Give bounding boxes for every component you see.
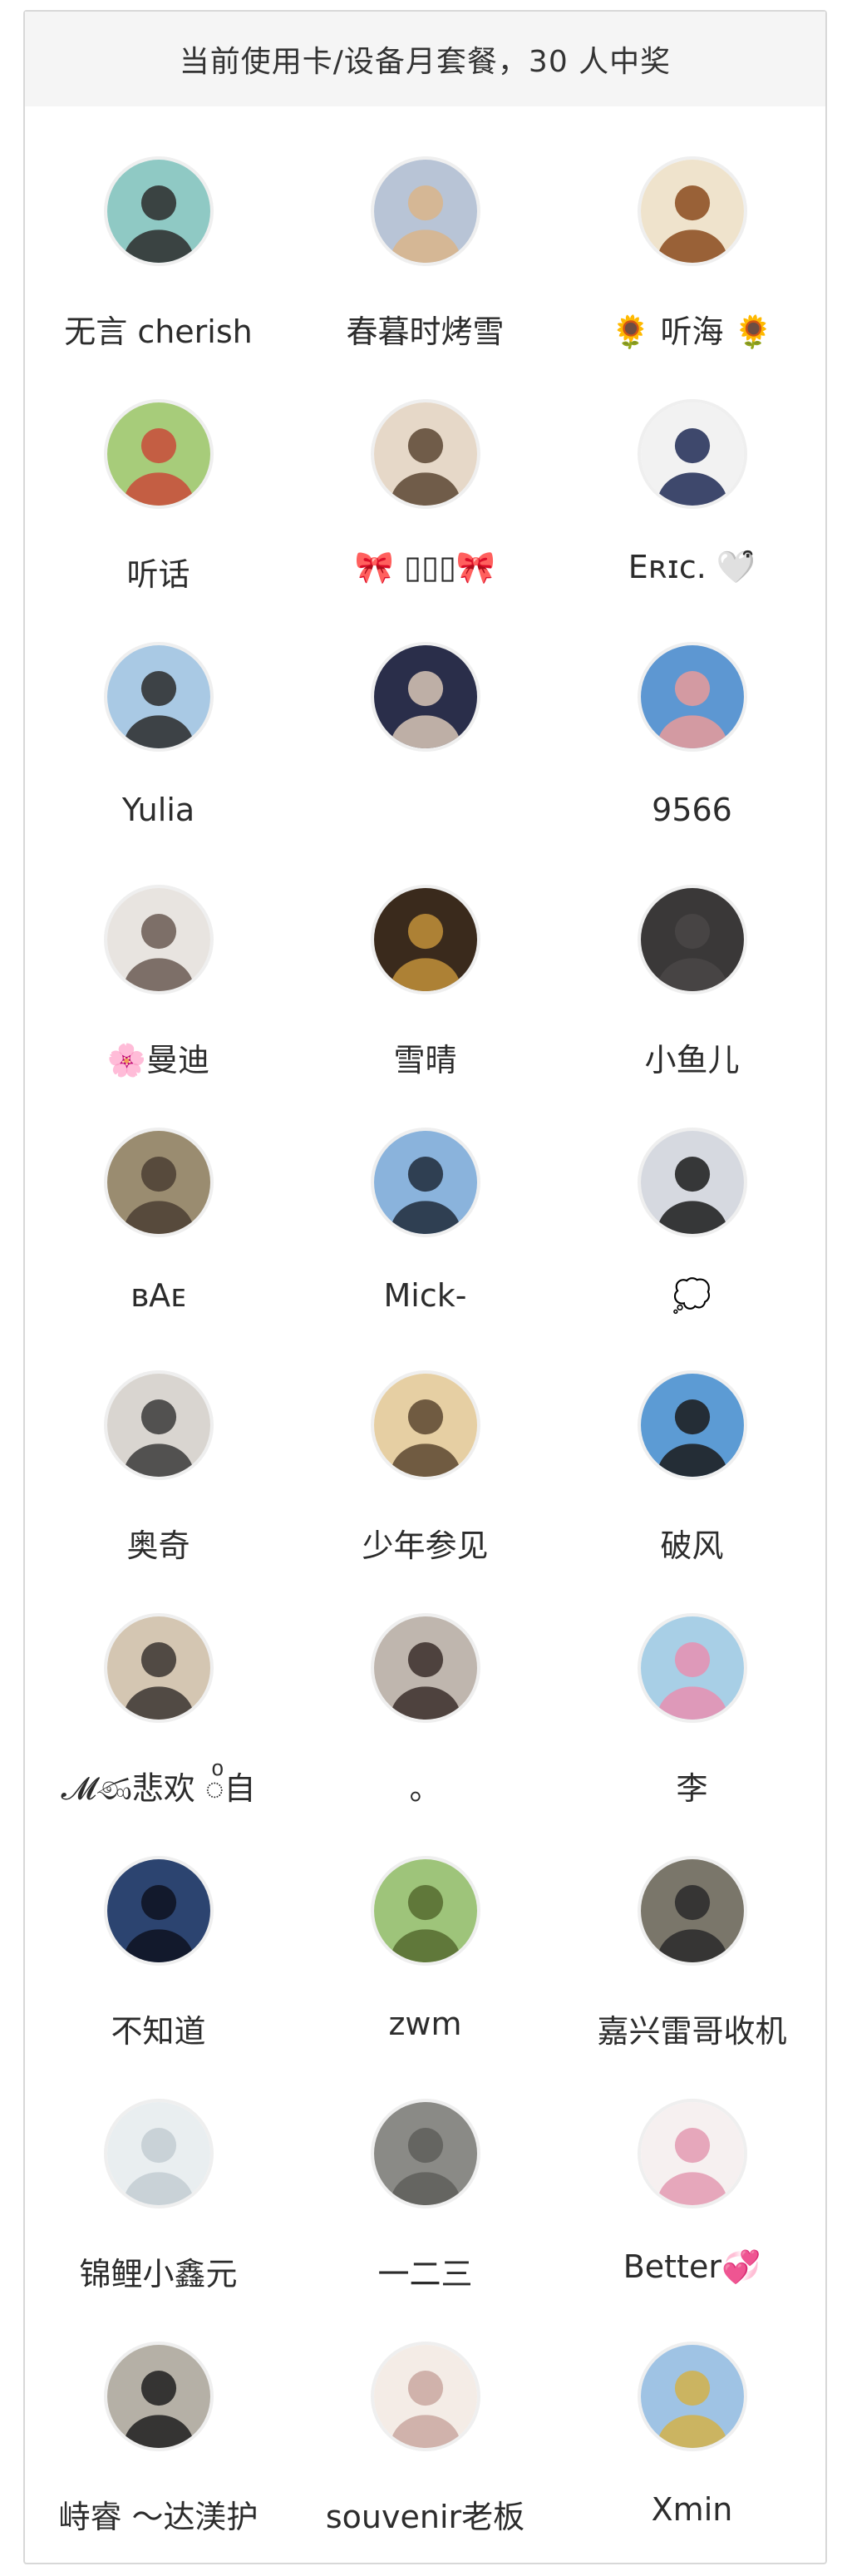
winner-cell[interactable]: 小鱼儿 bbox=[559, 851, 825, 1094]
dark-icon[interactable] bbox=[637, 885, 747, 994]
winner-cell[interactable]: 𝓜ණ悲欢 ◌ͦ自 bbox=[25, 1580, 292, 1823]
beach-icon[interactable] bbox=[103, 642, 214, 752]
portrait-icon[interactable] bbox=[103, 156, 214, 266]
winner-cell[interactable]: souvenir老板 bbox=[292, 2308, 559, 2551]
winner-name: zwm bbox=[388, 2006, 462, 2042]
winner-cell[interactable]: 🎀 ▯▯▯🎀 bbox=[292, 366, 559, 609]
meadow-icon[interactable] bbox=[370, 1856, 480, 1966]
anime-icon[interactable] bbox=[370, 642, 480, 752]
doll-icon[interactable] bbox=[637, 2099, 747, 2208]
winner-name: ʙAᴇ bbox=[130, 1277, 186, 1314]
lion-icon[interactable] bbox=[370, 885, 480, 994]
man-icon[interactable] bbox=[637, 1856, 747, 1966]
winner-cell[interactable]: 🌸曼迪 bbox=[25, 851, 292, 1094]
woman-icon[interactable] bbox=[370, 1613, 480, 1723]
winner-cell[interactable]: 不知道 bbox=[25, 1823, 292, 2065]
winner-name: 🌸曼迪 bbox=[106, 1042, 210, 1078]
winner-cell[interactable]: 嘉兴雷哥收机 bbox=[559, 1823, 825, 2065]
winner-name: 一二三 bbox=[377, 2256, 473, 2292]
field-icon[interactable] bbox=[637, 2342, 747, 2451]
winner-cell[interactable]: 💭 bbox=[559, 1094, 825, 1337]
flower-icon[interactable] bbox=[637, 1613, 747, 1723]
winner-name: 不知道 bbox=[111, 2013, 206, 2050]
winner-name: 💭 bbox=[672, 1277, 712, 1314]
winner-name: 听话 bbox=[126, 556, 190, 593]
silhouette-icon[interactable] bbox=[637, 1128, 747, 1237]
picnic-icon[interactable] bbox=[103, 399, 214, 509]
winner-cell[interactable]: 听话 bbox=[25, 366, 292, 609]
winner-cell[interactable]: Eʀɪᴄ. 🤍͒ bbox=[559, 366, 825, 609]
winner-cell[interactable]: 一二三 bbox=[292, 2065, 559, 2308]
winner-cell[interactable] bbox=[292, 609, 559, 851]
winner-name: 小鱼儿 bbox=[644, 1042, 740, 1078]
sketch-icon[interactable] bbox=[370, 1370, 480, 1480]
winner-name: 锦鲤小鑫元 bbox=[79, 2256, 238, 2292]
winner-name: 𝓜ණ悲欢 ◌ͦ自 bbox=[61, 1770, 256, 1807]
winner-cell[interactable]: 锦鲤小鑫元 bbox=[25, 2065, 292, 2308]
child-icon[interactable] bbox=[370, 399, 480, 509]
winners-card: 当前使用卡/设备月套餐，30 人中奖 无言 cherish 春暮时烤雪 🌻 听海 🌻… bbox=[23, 10, 827, 2564]
mask-icon[interactable] bbox=[103, 1128, 214, 1237]
winner-cell[interactable]: Better💞 bbox=[559, 2065, 825, 2308]
winner-name: 雪晴 bbox=[393, 1042, 457, 1078]
pig-icon[interactable] bbox=[637, 642, 747, 752]
winner-name: 🎀 ▯▯▯🎀 bbox=[354, 549, 496, 585]
stone-icon[interactable] bbox=[370, 2099, 480, 2208]
winner-name: 李 bbox=[676, 1770, 708, 1807]
winner-name: 少年参见 bbox=[362, 1527, 489, 1564]
winner-name: Better💞 bbox=[623, 2248, 761, 2285]
snow-icon[interactable] bbox=[370, 1128, 480, 1237]
winner-name: 春暮时烤雪 bbox=[346, 313, 505, 350]
winner-cell[interactable]: 破风 bbox=[559, 1337, 825, 1580]
winner-name: Xmin bbox=[651, 2491, 733, 2528]
winner-cell[interactable]: 无言 cherish bbox=[25, 123, 292, 366]
winner-cell[interactable]: ʙAᴇ bbox=[25, 1094, 292, 1337]
winner-name: 无言 cherish bbox=[64, 313, 253, 350]
winner-cell[interactable]: Xmin bbox=[559, 2308, 825, 2551]
calligraphy-icon[interactable] bbox=[637, 156, 747, 266]
winner-cell[interactable]: 奥奇 bbox=[25, 1337, 292, 1580]
winner-name: 🌻 听海 🌻 bbox=[611, 313, 773, 350]
anime-boy-icon[interactable] bbox=[103, 1856, 214, 1966]
man-icon[interactable] bbox=[103, 1370, 214, 1480]
sheep-icon[interactable] bbox=[370, 2342, 480, 2451]
winner-name: 9566 bbox=[652, 792, 732, 828]
winner-cell[interactable]: 峙睿 ～达渼护 bbox=[25, 2308, 292, 2551]
winner-name: Eʀɪᴄ. 🤍͒ bbox=[628, 549, 756, 585]
sunset-icon[interactable] bbox=[637, 1370, 747, 1480]
winner-name: 奥奇 bbox=[126, 1527, 190, 1564]
man-icon[interactable] bbox=[103, 1613, 214, 1723]
winner-name: 。 bbox=[409, 1770, 441, 1807]
winner-cell[interactable]: 🌻 听海 🌻 bbox=[559, 123, 825, 366]
winner-cell[interactable]: 9566 bbox=[559, 609, 825, 851]
winner-cell[interactable]: Mick- bbox=[292, 1094, 559, 1337]
winner-cell[interactable]: 春暮时烤雪 bbox=[292, 123, 559, 366]
man-icon[interactable] bbox=[103, 2342, 214, 2451]
winner-cell[interactable]: 。 bbox=[292, 1580, 559, 1823]
header-bar: 当前使用卡/设备月套餐，30 人中奖 bbox=[25, 12, 825, 106]
winner-name: 破风 bbox=[660, 1527, 724, 1564]
winner-name: souvenir老板 bbox=[325, 2499, 525, 2535]
cat-icon[interactable] bbox=[637, 399, 747, 509]
winner-name: 嘉兴雷哥收机 bbox=[597, 2013, 787, 2050]
winner-name: Mick- bbox=[383, 1277, 467, 1314]
dog-icon[interactable] bbox=[370, 156, 480, 266]
winner-name: 峙睿 ～达渼护 bbox=[58, 2499, 259, 2535]
mountain-icon[interactable] bbox=[103, 2099, 214, 2208]
selfie-icon[interactable] bbox=[103, 885, 214, 994]
winner-cell[interactable]: zwm bbox=[292, 1823, 559, 2065]
winner-cell[interactable]: 雪晴 bbox=[292, 851, 559, 1094]
winner-cell[interactable]: 少年参见 bbox=[292, 1337, 559, 1580]
winner-cell[interactable]: 李 bbox=[559, 1580, 825, 1823]
winners-grid: 无言 cherish 春暮时烤雪 🌻 听海 🌻 听话 🎀 ▯▯▯🎀 Eʀɪᴄ. 🤍͒ Yul… bbox=[25, 106, 825, 2551]
winner-cell[interactable]: Yulia bbox=[25, 609, 292, 851]
winner-name: Yulia bbox=[121, 792, 195, 828]
header-title: 当前使用卡/设备月套餐，30 人中奖 bbox=[179, 45, 672, 79]
